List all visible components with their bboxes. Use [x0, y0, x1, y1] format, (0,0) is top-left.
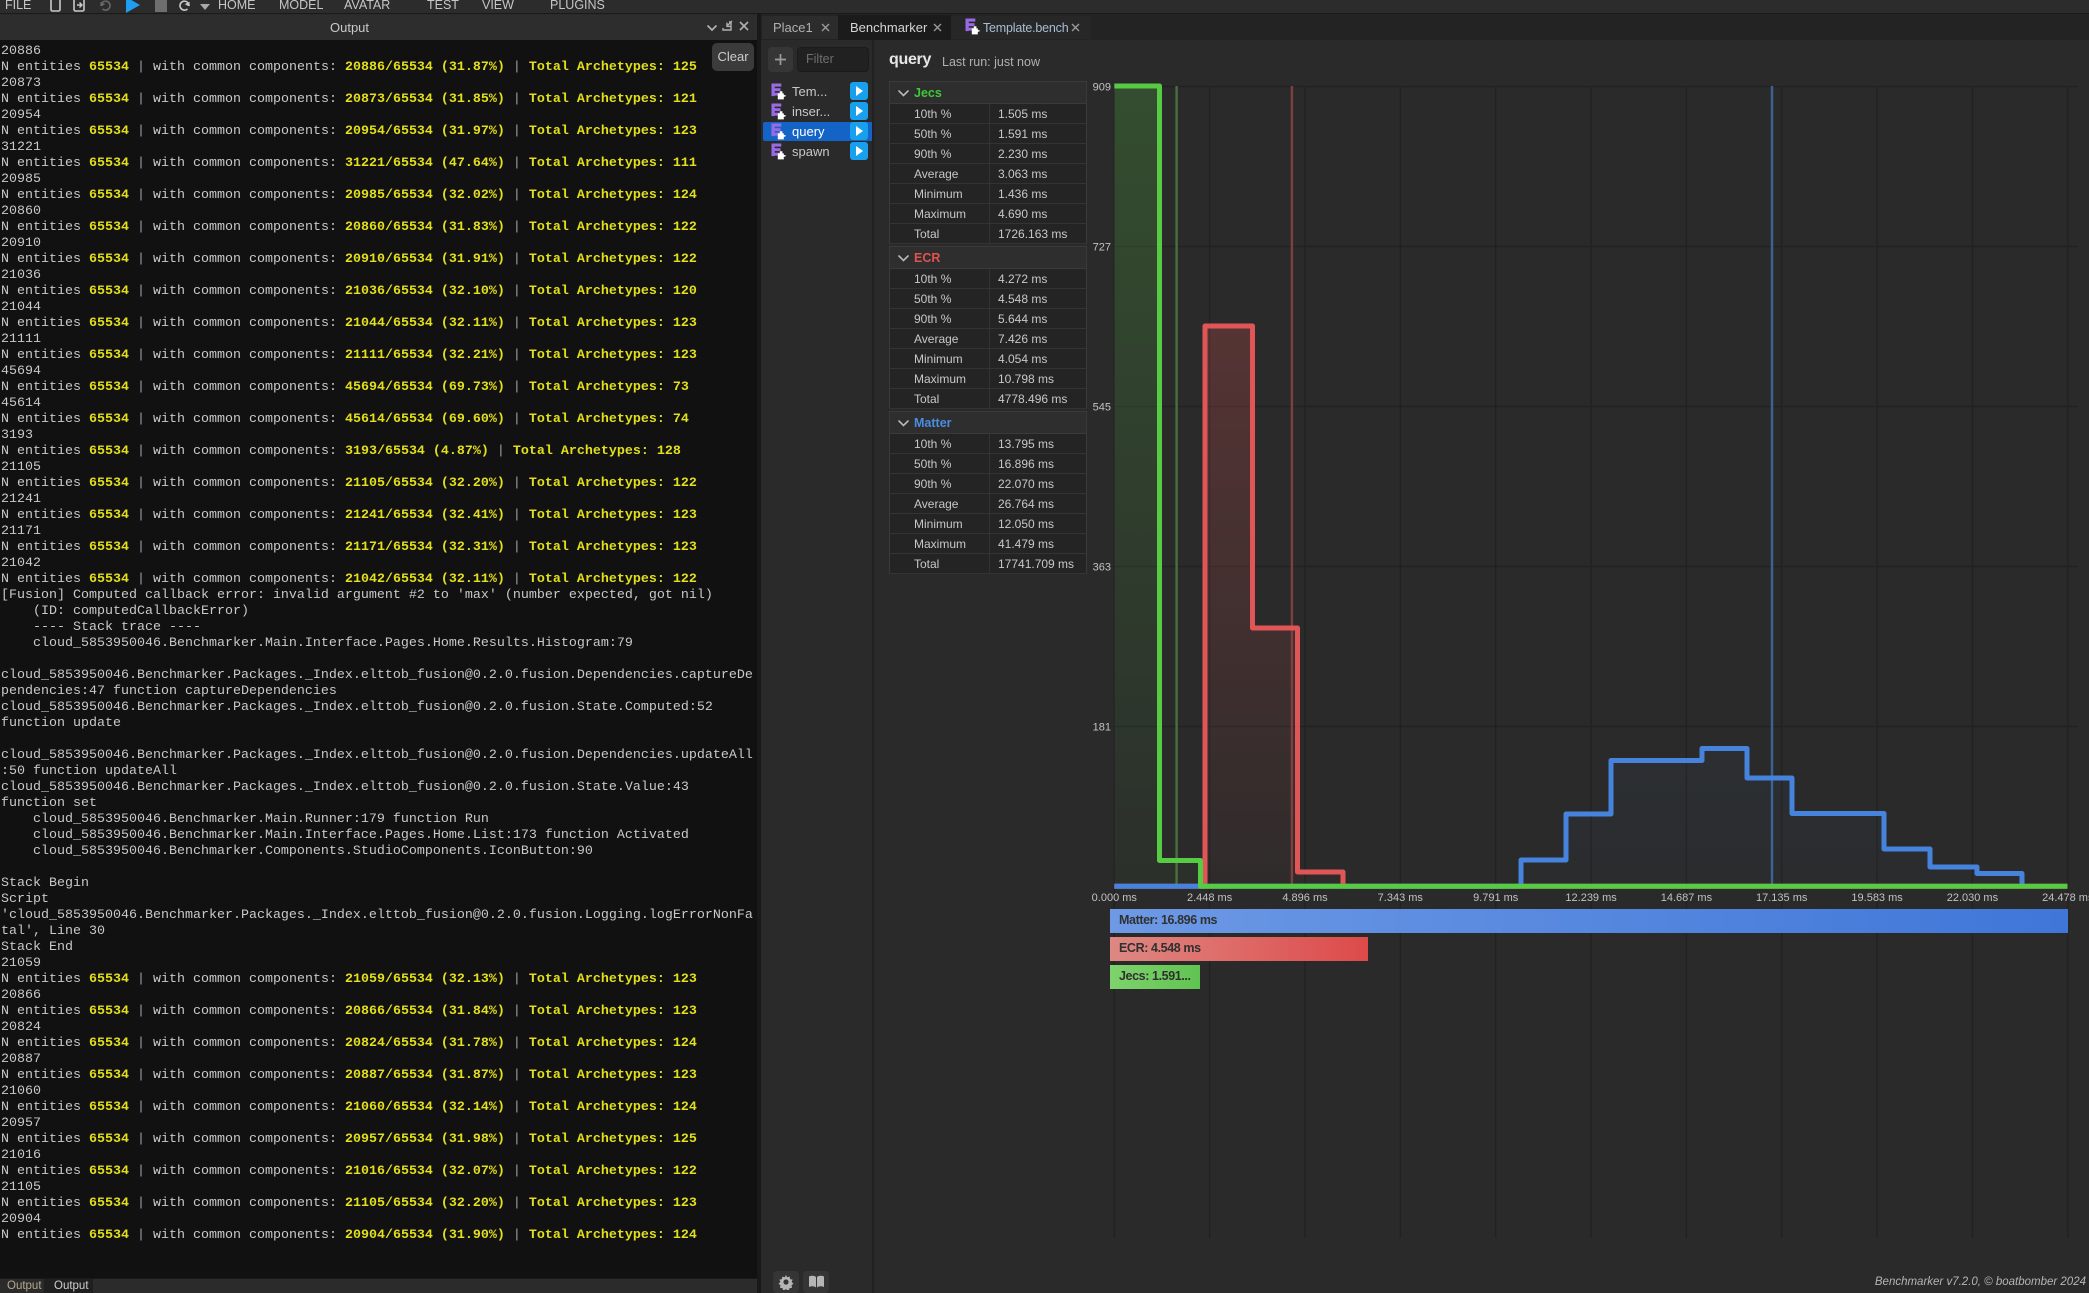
svg-text:181: 181 [1093, 722, 1111, 734]
svg-text:545: 545 [1093, 402, 1111, 414]
svg-text:4.896 ms: 4.896 ms [1282, 892, 1328, 904]
svg-text:9.791 ms: 9.791 ms [1473, 892, 1519, 904]
svg-text:14.687 ms: 14.687 ms [1661, 892, 1713, 904]
svg-text:363: 363 [1093, 562, 1111, 574]
svg-text:0.000 ms: 0.000 ms [1092, 892, 1138, 904]
svg-text:12.239 ms: 12.239 ms [1565, 892, 1617, 904]
svg-text:727: 727 [1093, 242, 1111, 254]
svg-text:17.135 ms: 17.135 ms [1756, 892, 1808, 904]
svg-text:909: 909 [1093, 82, 1111, 94]
svg-text:22.030 ms: 22.030 ms [1947, 892, 1999, 904]
svg-text:2.448 ms: 2.448 ms [1187, 892, 1233, 904]
svg-text:19.583 ms: 19.583 ms [1851, 892, 1903, 904]
svg-text:7.343 ms: 7.343 ms [1378, 892, 1424, 904]
svg-text:24.478 ms: 24.478 ms [2042, 892, 2089, 904]
